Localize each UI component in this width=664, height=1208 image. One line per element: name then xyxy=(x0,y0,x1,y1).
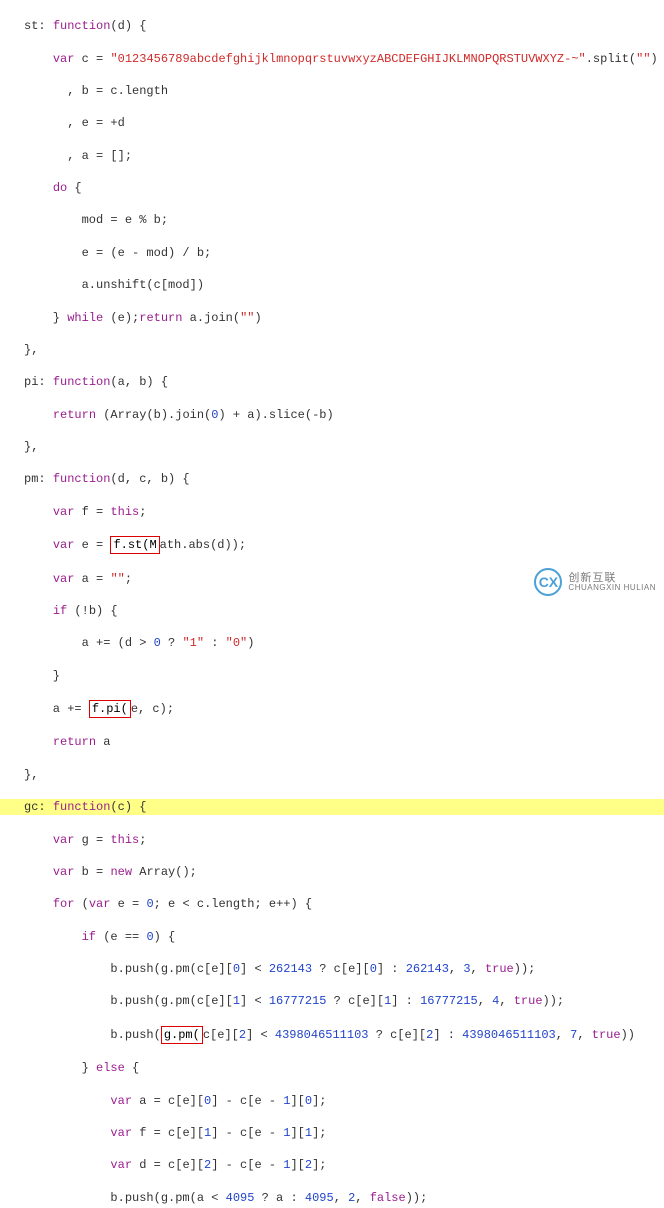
code-line: for (var e = 0; e < c.length; e++) { xyxy=(0,896,664,912)
code-line: b.push(g.pm(a < 4095 ? a : 4095, 2, fals… xyxy=(0,1190,664,1206)
code-line: }, xyxy=(0,342,664,358)
code-line: if (e == 0) { xyxy=(0,929,664,945)
code-line: , b = c.length xyxy=(0,83,664,99)
code-line: } while (e);return a.join("") xyxy=(0,310,664,326)
code-line: a.unshift(c[mod]) xyxy=(0,277,664,293)
code-line: } else { xyxy=(0,1060,664,1076)
highlight-box: f.pi( xyxy=(89,700,131,718)
code-line: e = (e - mod) / b; xyxy=(0,245,664,261)
code-line: var d = c[e][2] - c[e - 1][2]; xyxy=(0,1157,664,1173)
code-line: st: function(d) { xyxy=(0,18,664,34)
code-line: var e = f.st(Math.abs(d)); xyxy=(0,536,664,554)
highlight-box: f.st(M xyxy=(110,536,159,554)
highlight-box: g.pm( xyxy=(161,1026,203,1044)
code-line: } xyxy=(0,668,664,684)
code-line: pm: function(d, c, b) { xyxy=(0,471,664,487)
code-line: b.push(g.pm(c[e][2] < 4398046511103 ? c[… xyxy=(0,1026,664,1044)
code-line-highlighted: gc: function(c) { xyxy=(0,799,664,815)
watermark-icon: CX xyxy=(534,568,562,596)
code-line: , e = +d xyxy=(0,115,664,131)
code-line: pi: function(a, b) { xyxy=(0,374,664,390)
code-line: if (!b) { xyxy=(0,603,664,619)
code-line: , a = []; xyxy=(0,148,664,164)
code-block: st: function(d) { var c = "0123456789abc… xyxy=(0,0,664,1208)
code-line: var a = c[e][0] - c[e - 1][0]; xyxy=(0,1093,664,1109)
code-line: return (Array(b).join(0) + a).slice(-b) xyxy=(0,407,664,423)
watermark-logo: CX 创新互联 CHUANGXIN HULIAN xyxy=(534,568,656,596)
code-line: }, xyxy=(0,439,664,455)
watermark-text: 创新互联 CHUANGXIN HULIAN xyxy=(568,572,656,593)
code-line: b.push(g.pm(c[e][0] < 262143 ? c[e][0] :… xyxy=(0,961,664,977)
code-line: var f = c[e][1] - c[e - 1][1]; xyxy=(0,1125,664,1141)
code-line: var f = this; xyxy=(0,504,664,520)
code-line: do { xyxy=(0,180,664,196)
code-line: a += f.pi(e, c); xyxy=(0,700,664,718)
code-line: var b = new Array(); xyxy=(0,864,664,880)
code-line: mod = e % b; xyxy=(0,212,664,228)
code-line: a += (d > 0 ? "1" : "0") xyxy=(0,635,664,651)
code-line: }, xyxy=(0,767,664,783)
code-line: var g = this; xyxy=(0,832,664,848)
code-line: b.push(g.pm(c[e][1] < 16777215 ? c[e][1]… xyxy=(0,993,664,1009)
code-line: return a xyxy=(0,734,664,750)
code-line: var c = "0123456789abcdefghijklmnopqrstu… xyxy=(0,51,664,67)
